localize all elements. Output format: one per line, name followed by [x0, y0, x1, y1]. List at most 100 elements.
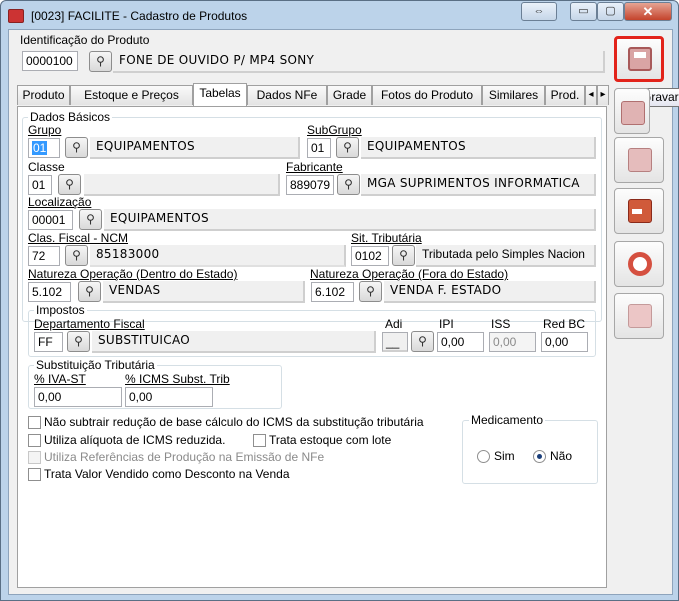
- medicamento-nao-label: Não: [550, 449, 573, 463]
- nao-subtrair-checkbox[interactable]: [28, 416, 41, 429]
- window-title: [0023] FACILITE - Cadastro de Produtos: [31, 9, 248, 23]
- grupo-desc: EQUIPAMENTOS: [90, 137, 300, 159]
- nat-dentro-label: Natureza Operação (Dentro do Estado): [28, 267, 238, 281]
- valor-desconto-checkbox[interactable]: [28, 468, 41, 481]
- aliquota-reduzida-checkbox[interactable]: [28, 434, 41, 447]
- settings-gear-icon: [628, 304, 652, 328]
- nao-subtrair-label: Não subtrair redução de base cálculo do …: [44, 415, 424, 429]
- tab-produto[interactable]: Produto: [17, 85, 70, 105]
- red-bc-field[interactable]: 0,00: [541, 332, 588, 352]
- binoculars-icon[interactable]: ⚲: [89, 51, 112, 72]
- depto-fiscal-desc: SUBSTITUICAO: [92, 331, 376, 353]
- impostos-legend: Impostos: [34, 303, 87, 317]
- localizacao-code-field[interactable]: 00001: [28, 210, 73, 230]
- dados-basicos-legend: Dados Básicos: [28, 110, 113, 124]
- localizacao-desc: EQUIPAMENTOS: [104, 209, 596, 231]
- ncm-code-field[interactable]: 72: [28, 246, 60, 266]
- depto-fiscal-label: Departamento Fiscal: [34, 317, 145, 331]
- grupo-code-selection: 01: [32, 141, 48, 155]
- nat-dentro-code-field[interactable]: 5.102: [28, 282, 71, 302]
- classe-lookup-icon[interactable]: ⚲: [58, 174, 81, 195]
- printer-icon: [628, 148, 652, 172]
- adi-field[interactable]: __: [382, 332, 408, 352]
- ncm-desc: 85183000: [90, 245, 346, 267]
- ajuda-button[interactable]: [614, 241, 664, 287]
- tab-scroll-left-icon[interactable]: ◂: [585, 85, 597, 105]
- product-name-field: FONE DE OUVIDO P/ MP4 SONY: [113, 51, 605, 73]
- ncm-label: Clas. Fiscal - NCM: [28, 231, 129, 245]
- trash-can-icon: [621, 101, 645, 125]
- tab-dados-nfe[interactable]: Dados NFe: [247, 85, 327, 105]
- configurar-button[interactable]: [614, 293, 664, 339]
- lifebuoy-icon: [628, 252, 652, 276]
- tab-prod[interactable]: Prod.: [545, 85, 585, 105]
- tab-estoque-precos[interactable]: Estoque e Preços: [70, 85, 193, 105]
- medicamento-nao-radio[interactable]: [533, 450, 546, 463]
- nat-fora-desc: VENDA F. ESTADO: [384, 281, 596, 303]
- floppy-disk-icon: [628, 47, 652, 71]
- classe-desc: [84, 174, 280, 196]
- excluir-button[interactable]: [614, 88, 650, 134]
- localizacao-lookup-icon[interactable]: ⚲: [79, 209, 102, 230]
- subgrupo-label: SubGrupo: [307, 123, 362, 137]
- imprimir-button[interactable]: [614, 137, 664, 183]
- fabricante-code-field[interactable]: 889079: [286, 175, 334, 195]
- estoque-lote-label: Trata estoque com lote: [269, 433, 392, 447]
- nat-fora-lookup-icon[interactable]: ⚲: [359, 281, 382, 302]
- restore-down-icon[interactable]: ⇔: [521, 2, 557, 21]
- tab-similares[interactable]: Similares: [482, 85, 545, 105]
- iss-field[interactable]: 0,00: [489, 332, 536, 352]
- tab-strip: Produto Estoque e Preços Tabelas Dados N…: [17, 83, 609, 107]
- referencias-label: Utiliza Referências de Produção na Emiss…: [44, 450, 325, 464]
- app-icon: [8, 9, 24, 23]
- grupo-lookup-icon[interactable]: ⚲: [65, 137, 88, 158]
- referencias-checkbox[interactable]: [28, 451, 41, 464]
- sit-trib-code-field[interactable]: 0102: [351, 246, 389, 266]
- icms-subst-label: % ICMS Subst. Trib: [125, 372, 230, 386]
- depto-fiscal-code-field[interactable]: FF: [34, 332, 63, 352]
- medicamento-sim-radio[interactable]: [477, 450, 490, 463]
- estoque-lote-checkbox[interactable]: [253, 434, 266, 447]
- tab-tabelas[interactable]: Tabelas: [193, 83, 247, 107]
- subgrupo-desc: EQUIPAMENTOS: [361, 137, 596, 159]
- exit-door-icon: [628, 199, 652, 223]
- ipi-field[interactable]: 0,00: [437, 332, 484, 352]
- nat-dentro-desc: VENDAS: [103, 281, 305, 303]
- adi-label: Adi: [385, 317, 403, 331]
- subgrupo-lookup-icon[interactable]: ⚲: [336, 137, 359, 158]
- maximize-button[interactable]: ▢: [597, 2, 624, 21]
- subst-trib-legend: Substituição Tributária: [34, 358, 157, 372]
- tab-fotos[interactable]: Fotos do Produto: [372, 85, 482, 105]
- ipi-label: IPI: [439, 317, 454, 331]
- nat-fora-code-field[interactable]: 6.102: [311, 282, 354, 302]
- icms-subst-field[interactable]: 0,00: [125, 387, 213, 407]
- sair-button[interactable]: [614, 188, 664, 234]
- classe-code-field[interactable]: 01: [28, 175, 52, 195]
- app-window: [0023] FACILITE - Cadastro de Produtos ⇔…: [0, 0, 679, 601]
- adi-lookup-icon[interactable]: ⚲: [411, 331, 434, 352]
- gravar-button[interactable]: [614, 36, 664, 82]
- fabricante-label: Fabricante: [286, 160, 343, 174]
- product-code-field[interactable]: 0000100: [22, 51, 78, 71]
- grupo-code-field[interactable]: 01: [28, 138, 60, 158]
- minimize-button[interactable]: ▭: [570, 2, 597, 21]
- subgrupo-code-field[interactable]: 01: [307, 138, 331, 158]
- sit-trib-lookup-icon[interactable]: ⚲: [392, 245, 415, 266]
- fabricante-desc: MGA SUPRIMENTOS INFORMATICA: [361, 174, 596, 196]
- ncm-lookup-icon[interactable]: ⚲: [65, 245, 88, 266]
- iva-st-field[interactable]: 0,00: [34, 387, 122, 407]
- depto-fiscal-lookup-icon[interactable]: ⚲: [67, 331, 90, 352]
- grupo-label: Grupo: [28, 123, 62, 137]
- medicamento-legend: Medicamento: [469, 413, 546, 427]
- title-bar: [0023] FACILITE - Cadastro de Produtos ⇔…: [1, 1, 678, 29]
- iss-label: ISS: [491, 317, 511, 331]
- tab-grade[interactable]: Grade: [327, 85, 372, 105]
- nat-dentro-lookup-icon[interactable]: ⚲: [78, 281, 101, 302]
- classe-label: Classe: [28, 160, 65, 174]
- client-area: Identificação do Produto 0000100 ⚲ FONE …: [8, 29, 679, 595]
- fabricante-lookup-icon[interactable]: ⚲: [337, 174, 360, 195]
- tab-scroll-right-icon[interactable]: ▸: [597, 85, 609, 105]
- medicamento-sim-label: Sim: [494, 449, 515, 463]
- sit-trib-desc: Tributada pelo Simples Nacion: [416, 245, 596, 267]
- close-button[interactable]: ✕: [624, 2, 672, 21]
